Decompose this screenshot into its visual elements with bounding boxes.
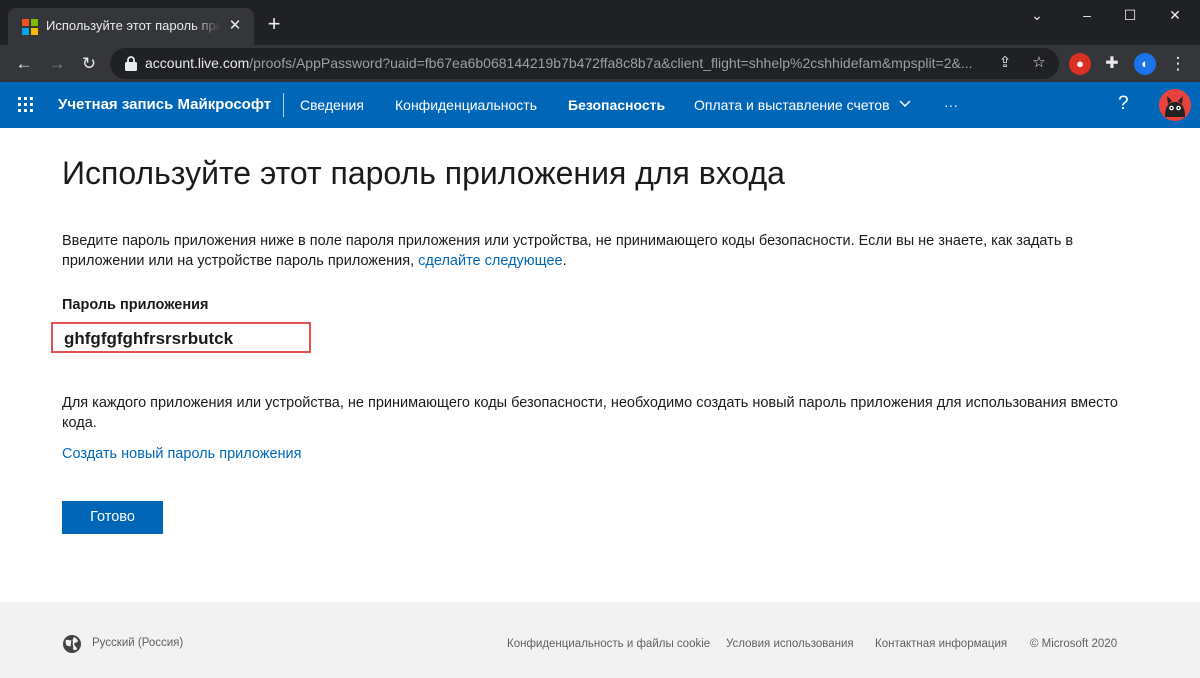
app-password-label: Пароль приложения — [62, 297, 209, 313]
opera-extension-icon[interactable]: ● — [1069, 53, 1091, 75]
tab-title: Используйте этот пароль приложения — [46, 18, 221, 33]
nav-item-billing-label: Оплата и выставление счетов — [694, 97, 890, 113]
instructions-link[interactable]: сделайте следующее — [418, 253, 562, 269]
microsoft-logo-icon — [22, 19, 38, 35]
note-text: Для каждого приложения или устройства, н… — [62, 395, 1118, 431]
lock-icon — [125, 56, 137, 71]
intro-text-end: . — [562, 253, 567, 269]
brand-link[interactable]: Учетная запись Майкрософт — [58, 96, 271, 113]
app-password-value: ghfgfgfghfrsrsrbutck — [64, 329, 234, 348]
browser-titlebar: Используйте этот пароль приложения ✕ + ⌄… — [0, 0, 1200, 45]
cat-avatar-icon — [1159, 89, 1191, 121]
url-text: account.live.com/proofs/AppPassword?uaid… — [145, 55, 973, 71]
address-bar[interactable]: account.live.com/proofs/AppPassword?uaid… — [110, 48, 1059, 79]
tab-close-icon[interactable]: ✕ — [226, 17, 244, 35]
app-launcher-icon[interactable] — [18, 97, 34, 113]
profile-sync-icon[interactable]: ◐ — [1134, 53, 1156, 75]
app-password-field[interactable]: ghfgfgfghfrsrsrbutck — [51, 322, 311, 353]
nav-item-info[interactable]: Сведения — [300, 97, 364, 113]
globe-icon — [63, 635, 81, 653]
nav-item-security[interactable]: Безопасность — [568, 97, 665, 113]
account-navbar: Учетная запись Майкрософт Сведения Конфи… — [0, 82, 1200, 128]
create-new-password-link[interactable]: Создать новый пароль приложения — [62, 446, 302, 462]
star-icon[interactable]: ☆ — [1029, 53, 1049, 73]
copyright-text: © Microsoft 2020 — [1030, 638, 1118, 650]
nav-divider — [283, 93, 284, 117]
back-arrow-icon[interactable]: ← — [12, 52, 36, 76]
nav-item-privacy[interactable]: Конфиденциальность — [395, 97, 537, 113]
chevron-down-icon[interactable]: ⌄ — [1022, 4, 1052, 26]
nav-item-billing[interactable]: Оплата и выставление счетов — [694, 97, 911, 113]
new-tab-button[interactable]: + — [264, 13, 284, 35]
intro-text-body: Введите пароль приложения ниже в поле па… — [62, 233, 1074, 269]
more-menu-icon[interactable]: ⋮ — [1167, 53, 1189, 75]
puzzle-extension-icon[interactable]: ✚ — [1101, 53, 1123, 75]
footer-link-contact[interactable]: Контактная информация — [875, 638, 1007, 650]
footer-link-privacy[interactable]: Конфиденциальность и файлы cookie — [507, 638, 710, 650]
footer-link-terms[interactable]: Условия использования — [726, 638, 854, 650]
maximize-icon[interactable]: ☐ — [1115, 4, 1145, 26]
avatar[interactable] — [1159, 89, 1191, 121]
close-window-icon[interactable]: ✕ — [1160, 4, 1190, 26]
help-icon[interactable]: ? — [1118, 93, 1129, 115]
intro-text: Введите пароль приложения ниже в поле па… — [62, 231, 1142, 271]
chevron-down-icon — [899, 100, 911, 107]
share-icon[interactable]: ⇪ — [995, 53, 1015, 73]
reload-icon[interactable]: ↻ — [77, 52, 101, 76]
page-title: Используйте этот пароль приложения для в… — [62, 155, 785, 191]
more-nav-icon[interactable]: ··· — [944, 97, 958, 113]
page-footer: Русский (Россия) Конфиденциальность и фа… — [0, 602, 1200, 678]
forward-arrow-icon[interactable]: → — [45, 52, 69, 76]
browser-tab[interactable]: Используйте этот пароль приложения ✕ — [8, 8, 254, 45]
language-selector[interactable]: Русский (Россия) — [92, 637, 183, 649]
browser-toolbar: ← → ↻ account.live.com/proofs/AppPasswor… — [0, 45, 1200, 82]
minimize-icon[interactable]: – — [1072, 4, 1102, 26]
done-button[interactable]: Готово — [62, 501, 163, 534]
